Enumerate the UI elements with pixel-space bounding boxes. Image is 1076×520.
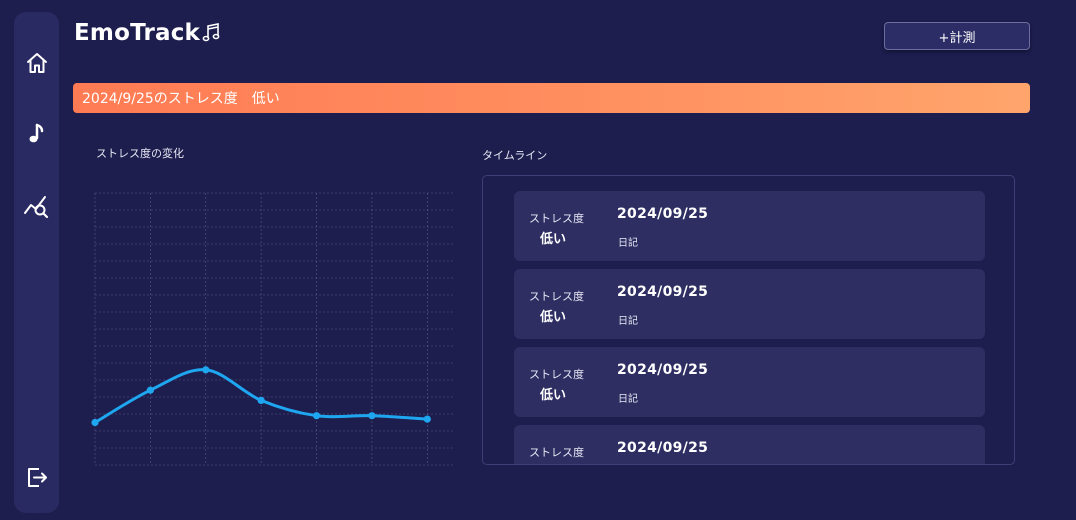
entry-type: 日記 [618,238,638,249]
timeline-item[interactable]: ストレス度 低い 2024/09/25 日記 [514,191,985,261]
chart-point [202,366,210,374]
music-note-icon [202,23,220,42]
timeline-section-title: タイムライン [482,149,548,162]
stress-level: 低い [540,232,567,247]
stress-banner: 2024/9/25のストレス度 低い [73,83,1030,113]
chart-search-icon [24,196,49,219]
chart-point [146,386,154,394]
chart-point [257,396,265,404]
stress-level: 低い [540,388,567,403]
chart-grid [94,192,455,466]
stress-chart [91,192,455,466]
stress-label: ストレス度 [529,290,584,303]
measure-button[interactable]: +計測 [884,22,1030,50]
chart-point [423,415,431,423]
app-title: EmoTrack [74,20,220,46]
sidebar-item-music[interactable] [22,119,52,149]
logout-icon [28,468,47,487]
stress-label: ストレス度 [529,368,584,381]
entry-date: 2024/09/25 [617,440,709,456]
chart-section-title: ストレス度の変化 [96,147,184,160]
chart-point [91,418,99,427]
timeline-item[interactable]: ストレス度 低い 2024/09/25 日記 [514,425,985,464]
music-note-icon [29,123,44,143]
entry-type: 日記 [618,316,638,327]
chart-point [368,412,376,420]
entry-date: 2024/09/25 [617,362,709,378]
sidebar-item-logout[interactable] [22,462,52,492]
stress-label: ストレス度 [529,446,584,459]
timeline-item[interactable]: ストレス度 低い 2024/09/25 日記 [514,269,985,339]
timeline-item[interactable]: ストレス度 低い 2024/09/25 日記 [514,347,985,417]
stress-label: ストレス度 [529,212,584,225]
home-icon [27,53,47,73]
app-title-text: EmoTrack [74,20,201,46]
chart-point [312,412,321,420]
entry-date: 2024/09/25 [617,284,709,300]
sidebar-item-analysis[interactable] [22,192,52,222]
sidebar-item-home[interactable] [22,48,52,78]
stress-level: 低い [540,462,566,464]
entry-date: 2024/09/25 [617,206,709,222]
stress-banner-text: 2024/9/25のストレス度 低い [82,91,280,107]
sidebar [14,12,59,513]
entry-type: 日記 [618,394,638,405]
stress-level: 低い [540,310,567,325]
timeline-panel: ストレス度 低い 2024/09/25 日記 ストレス度 低い 2024/09/… [482,175,1015,465]
